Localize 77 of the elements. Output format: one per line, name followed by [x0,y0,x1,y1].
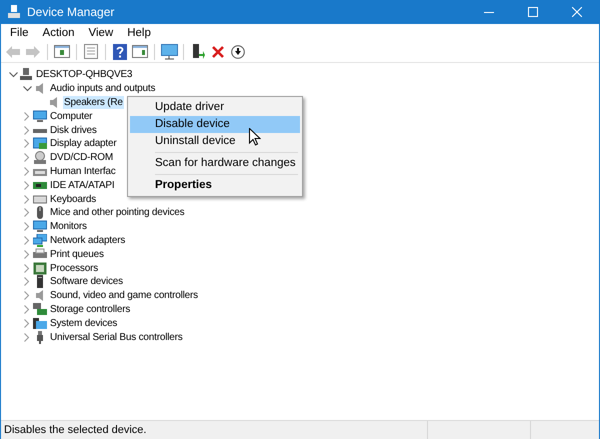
tree-item[interactable]: DVD/CD-ROM [49,151,114,164]
chevron-right-icon[interactable] [24,194,30,204]
menu-item[interactable]: View [82,26,120,38]
panel-icon [132,45,148,58]
tree-item[interactable]: Keyboards [49,192,98,206]
panel-icon [54,45,70,58]
device-icon [7,5,21,19]
tree-item[interactable]: Human Interfac [49,164,117,178]
document-icon [84,44,98,59]
close-icon [212,46,224,58]
tree-item[interactable]: Universal Serial Bus controllers [49,330,184,344]
tree-item[interactable]: Disk drives [49,124,98,137]
folder-icon [33,316,47,330]
menu-item[interactable]: Uninstall device [130,133,300,150]
tree-item[interactable]: Display adapter [49,137,118,150]
computer-icon [19,68,33,82]
status-text: Disables the selected device. [3,423,148,438]
chevron-right-icon[interactable] [24,236,30,245]
maximize-icon [528,7,538,17]
chevron-right-icon[interactable] [24,208,30,218]
menu-item[interactable]: Properties [130,177,300,194]
close-icon [572,7,582,17]
chevron-right-icon[interactable] [24,304,30,314]
tree-item[interactable]: Monitors [49,220,88,234]
window-title: Device Manager [27,5,114,19]
tree-item[interactable]: Computer [49,110,94,123]
disc-drive-icon [33,151,47,164]
network-icon [33,234,47,247]
chevron-down-icon[interactable] [8,72,18,78]
tree-item[interactable]: Mice and other pointing devices [49,206,186,220]
chevron-right-icon[interactable] [24,153,30,162]
tree-item[interactable]: DESKTOP-QHBQVE3 [35,68,134,82]
menu-item[interactable]: Update driver [130,99,300,116]
tree-item[interactable]: Processors [49,262,100,275]
tree-item[interactable]: Sound, video and game controllers [49,289,199,302]
cursor-icon [249,128,261,146]
storage-icon [33,302,47,316]
tree-item[interactable]: Network adapters [49,234,126,247]
menu-item[interactable]: Scan for hardware changes [130,155,300,172]
chevron-right-icon[interactable] [24,318,30,328]
chevron-right-icon[interactable] [24,332,30,342]
menu-item[interactable]: Action [36,26,82,38]
chevron-right-icon[interactable] [24,166,30,176]
chevron-down-icon[interactable] [22,86,32,92]
help-icon [113,44,127,60]
monitor-icon [160,44,178,60]
tree-item[interactable]: Storage controllers [49,302,132,316]
chevron-right-icon[interactable] [24,277,30,286]
chevron-right-icon[interactable] [24,291,30,300]
chevron-right-icon[interactable] [24,139,30,148]
menu-item[interactable]: Help [120,26,158,38]
tree-item[interactable]: Audio inputs and outputs [49,82,156,96]
chevron-right-icon[interactable] [24,126,30,135]
monitor-icon [33,110,47,123]
tree-item[interactable]: Speakers (Re [63,96,124,109]
toolbar-button[interactable] [160,42,178,60]
chevron-right-icon[interactable] [24,180,30,190]
tree-item[interactable]: Print queues [49,248,105,261]
printer-icon [33,248,47,261]
tree-item[interactable]: IDE ATA/ATAPI [49,178,116,192]
display-card-icon [33,137,47,150]
arrow-right-icon [26,46,40,58]
chevron-right-icon[interactable] [24,264,30,273]
keyboard-icon [33,192,47,206]
arrow-left-icon [6,46,20,58]
menu-item[interactable]: File [3,26,36,38]
chevron-right-icon[interactable] [24,250,30,259]
chip-icon [33,262,47,275]
chevron-right-icon[interactable] [24,112,30,121]
device-update-icon [191,44,205,60]
tree-item[interactable]: Software devices [49,275,124,288]
monitor-icon [33,220,47,234]
tree-item[interactable]: System devices [49,316,118,330]
toolbar-button[interactable] [111,42,129,60]
toolbar-button[interactable] [229,42,247,60]
menu-item[interactable]: Disable device [130,116,300,133]
chevron-right-icon[interactable] [24,222,30,232]
